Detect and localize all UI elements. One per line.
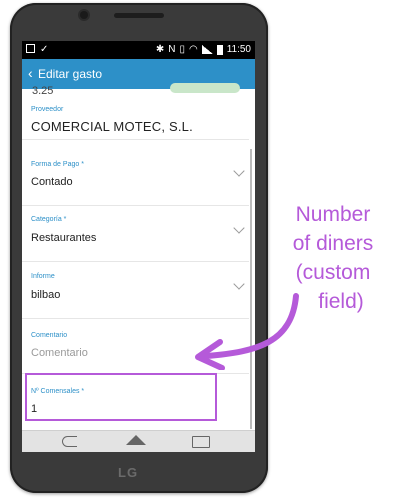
notification-icon: [26, 44, 35, 53]
page-title[interactable]: Editar gasto: [38, 67, 102, 81]
highlight-box: [25, 373, 217, 421]
previous-field-value: 3.25: [32, 85, 54, 97]
proveedor-field[interactable]: Proveedor COMERCIAL MOTEC, S.L.: [22, 99, 249, 140]
brand-logo: LG: [118, 465, 139, 480]
comentario-label: Comentario: [31, 332, 68, 339]
informe-value: bilbao: [31, 289, 61, 301]
status-bar: ✓ ✱ N ▯ ◠ 11:50: [22, 41, 255, 59]
chevron-down-icon: [233, 278, 245, 290]
categoria-field[interactable]: Categoría * Restaurantes: [22, 206, 249, 262]
chevron-down-icon: [233, 165, 245, 177]
status-pill: [170, 83, 240, 93]
battery-icon: [216, 44, 223, 55]
forma-pago-label: Forma de Pago *: [31, 161, 84, 168]
annotation-line: of diners: [292, 232, 374, 255]
chevron-down-icon: [233, 222, 245, 234]
recent-apps-icon[interactable]: [192, 436, 210, 448]
vibrate-icon: ▯: [179, 44, 185, 55]
previous-field-peek: 3.25: [22, 83, 255, 99]
scrollbar[interactable]: [250, 149, 252, 429]
proveedor-label: Proveedor: [31, 106, 64, 113]
front-camera: [80, 11, 88, 19]
categoria-value: Restaurantes: [31, 232, 97, 244]
back-nav-icon[interactable]: [62, 436, 77, 447]
annotation-line: Number: [295, 203, 371, 226]
forma-pago-value: Contado: [31, 176, 73, 188]
nfc-icon: N: [168, 44, 176, 55]
check-icon: ✓: [40, 44, 49, 55]
bluetooth-icon: ✱: [155, 44, 165, 55]
speaker-grille: [114, 13, 164, 18]
wifi-icon: ◠: [188, 44, 198, 55]
navigation-bar: [22, 430, 255, 452]
proveedor-value: COMERCIAL MOTEC, S.L.: [31, 119, 193, 134]
comentario-placeholder: Comentario: [31, 347, 88, 359]
status-time: 11:50: [226, 44, 251, 55]
categoria-label: Categoría *: [31, 216, 67, 223]
forma-pago-field[interactable]: Forma de Pago * Contado: [22, 149, 249, 206]
annotation-arrow: [195, 293, 299, 370]
informe-label: Informe: [31, 273, 55, 280]
annotation-line: (custom: [295, 261, 371, 284]
signal-icon: [201, 45, 213, 54]
home-nav-icon[interactable]: [126, 435, 146, 445]
back-arrow-icon[interactable]: ‹: [28, 65, 33, 81]
